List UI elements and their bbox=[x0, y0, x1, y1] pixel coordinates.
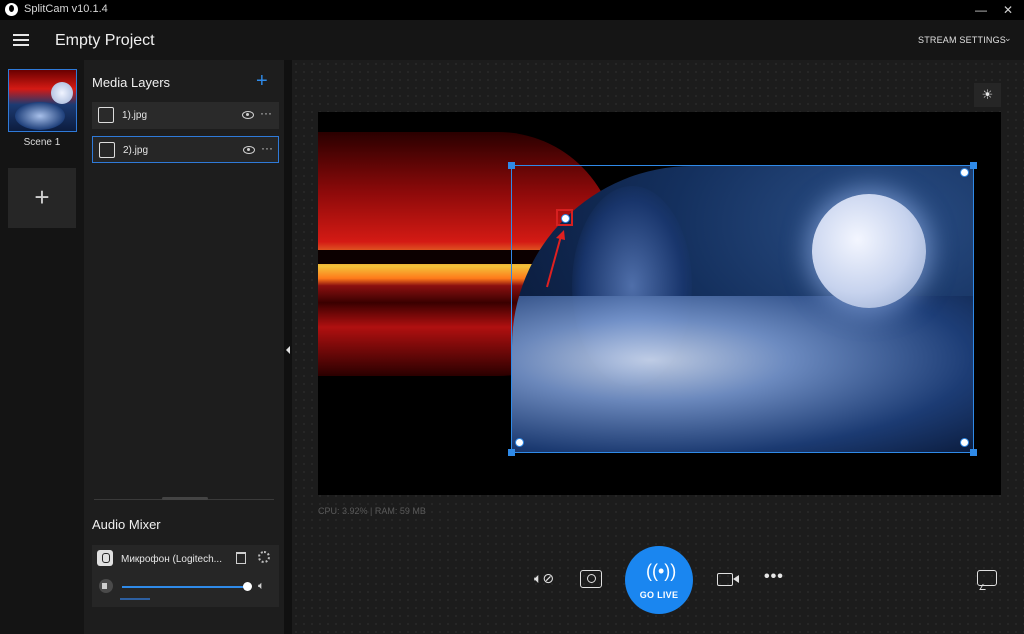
stream-settings-button[interactable]: STREAM SETTINGS bbox=[918, 35, 1006, 45]
crop-handle[interactable] bbox=[960, 168, 969, 177]
preview-area: ☀ CPU: 3.92% | RAM: 59 MB 🔈︎⊘ ((•)) GO L… bbox=[292, 60, 1024, 634]
preview-canvas[interactable] bbox=[318, 112, 1001, 495]
microphone-icon bbox=[97, 550, 113, 566]
close-button[interactable]: ✕ bbox=[995, 1, 1021, 19]
project-title: Empty Project bbox=[55, 32, 155, 49]
chevron-down-icon[interactable]: ⌄ bbox=[1004, 33, 1012, 44]
add-layer-button[interactable]: + bbox=[256, 70, 268, 93]
audio-level-meter bbox=[120, 598, 150, 600]
layer-row[interactable]: 1).jpg ··· bbox=[92, 102, 279, 129]
app-header: Empty Project STREAM SETTINGS ⌄ bbox=[0, 20, 1024, 60]
layer-row[interactable]: 2).jpg ··· bbox=[92, 136, 279, 163]
trash-icon[interactable] bbox=[236, 552, 246, 564]
volume-slider[interactable] bbox=[122, 586, 246, 588]
go-live-button[interactable]: ((•)) GO LIVE bbox=[625, 546, 693, 614]
splitcam-logo-icon bbox=[5, 3, 18, 16]
title-bar: SplitCam v10.1.4 — ✕ bbox=[0, 0, 1024, 20]
mute-audio-icon[interactable]: 🔈︎⊘ bbox=[534, 570, 560, 590]
panel-splitter[interactable] bbox=[284, 60, 292, 634]
go-live-label: GO LIVE bbox=[639, 590, 679, 600]
more-options-icon[interactable]: ··· bbox=[261, 141, 273, 155]
brightness-icon[interactable]: ☀ bbox=[974, 83, 1001, 107]
broadcast-icon: ((•)) bbox=[646, 561, 677, 581]
add-scene-button[interactable]: + bbox=[8, 168, 76, 228]
scene-label: Scene 1 bbox=[23, 137, 61, 148]
crop-handle-highlight[interactable] bbox=[556, 209, 573, 226]
gear-icon[interactable] bbox=[258, 551, 270, 563]
crop-handle[interactable] bbox=[515, 438, 524, 447]
video-record-icon[interactable] bbox=[717, 573, 739, 586]
crop-handle[interactable] bbox=[960, 438, 969, 447]
media-layers-title: Media Layers bbox=[92, 75, 171, 90]
collapse-arrow-icon[interactable] bbox=[286, 346, 290, 354]
annotation-arrow bbox=[546, 230, 565, 288]
image-icon bbox=[99, 142, 115, 158]
audio-mixer-title: Audio Mixer bbox=[92, 517, 161, 532]
image-icon bbox=[98, 107, 114, 123]
resize-handle[interactable] bbox=[970, 162, 977, 169]
hamburger-menu-icon[interactable] bbox=[13, 34, 29, 46]
audio-device-card: Микрофон (Logitech... 🔈︎ bbox=[92, 545, 279, 607]
layer-name: 1).jpg bbox=[122, 110, 148, 121]
audio-device-name: Микрофон (Logitech... bbox=[121, 554, 222, 565]
chat-icon[interactable] bbox=[977, 570, 997, 586]
resize-handle[interactable] bbox=[508, 162, 515, 169]
selection-box[interactable] bbox=[511, 165, 974, 453]
minimize-button[interactable]: — bbox=[968, 1, 994, 19]
eye-icon[interactable] bbox=[242, 111, 254, 119]
mute-toggle-icon[interactable] bbox=[99, 579, 113, 593]
performance-stats: CPU: 3.92% | RAM: 59 MB bbox=[318, 506, 426, 516]
resize-grip[interactable] bbox=[162, 497, 208, 500]
layer-name: 2).jpg bbox=[123, 145, 149, 156]
speaker-icon[interactable]: 🔈︎ bbox=[258, 580, 265, 593]
camera-icon[interactable] bbox=[580, 570, 602, 588]
volume-slider-knob[interactable] bbox=[243, 582, 252, 591]
window-title: SplitCam v10.1.4 bbox=[24, 3, 108, 15]
more-options-icon[interactable]: ••• bbox=[764, 568, 784, 586]
scene-thumbnail[interactable] bbox=[8, 69, 77, 132]
media-layers-panel: Media Layers + 1).jpg ··· 2).jpg ··· Aud… bbox=[84, 60, 284, 634]
more-options-icon[interactable]: ··· bbox=[260, 106, 272, 120]
scenes-panel: Scene 1 + bbox=[0, 60, 84, 634]
resize-handle[interactable] bbox=[970, 449, 977, 456]
resize-handle[interactable] bbox=[508, 449, 515, 456]
eye-icon[interactable] bbox=[243, 146, 255, 154]
